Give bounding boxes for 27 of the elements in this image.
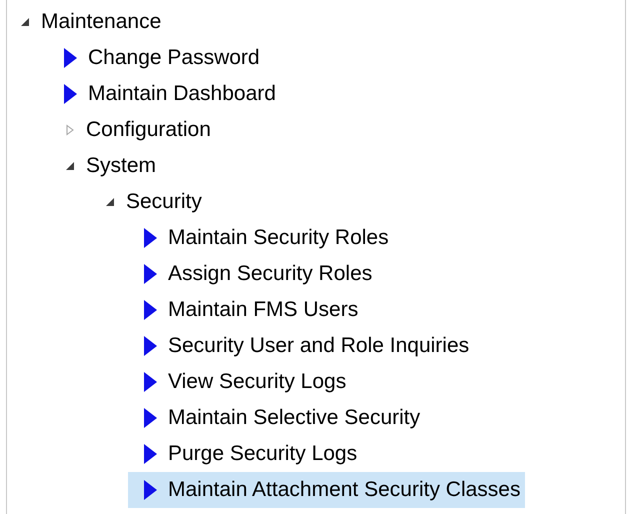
tree-item[interactable]: Maintain FMS Users: [144, 292, 362, 328]
tree-item[interactable]: Security User and Role Inquiries: [144, 328, 474, 364]
play-icon: [144, 372, 157, 392]
tree-item[interactable]: Maintain Dashboard: [64, 76, 280, 112]
tree-item[interactable]: Maintain Attachment Security Classes: [128, 472, 524, 508]
tree-item[interactable]: Maintain Security Roles: [144, 220, 393, 256]
play-icon: [64, 84, 77, 104]
expanded-triangle-icon[interactable]: [64, 160, 76, 172]
expanded-triangle-icon[interactable]: [19, 16, 31, 28]
play-icon: [144, 336, 157, 356]
tree-item[interactable]: Maintenance: [41, 4, 166, 40]
tree-item[interactable]: Assign Security Roles: [144, 256, 376, 292]
tree-item[interactable]: Configuration: [86, 112, 215, 148]
play-icon: [144, 264, 157, 284]
tree-item[interactable]: Security: [126, 184, 206, 220]
tree-item[interactable]: Change Password: [64, 40, 264, 76]
play-icon: [144, 408, 157, 428]
play-icon: [144, 228, 157, 248]
tree-item[interactable]: System: [86, 148, 160, 184]
play-icon: [64, 48, 77, 68]
play-icon: [144, 480, 157, 500]
expanded-triangle-icon[interactable]: [104, 196, 116, 208]
tree-item[interactable]: Purge Security Logs: [144, 436, 362, 472]
play-icon: [144, 444, 157, 464]
tree-item[interactable]: Maintain Selective Security: [144, 400, 424, 436]
tree-item[interactable]: View Security Logs: [144, 364, 350, 400]
play-icon: [144, 300, 157, 320]
